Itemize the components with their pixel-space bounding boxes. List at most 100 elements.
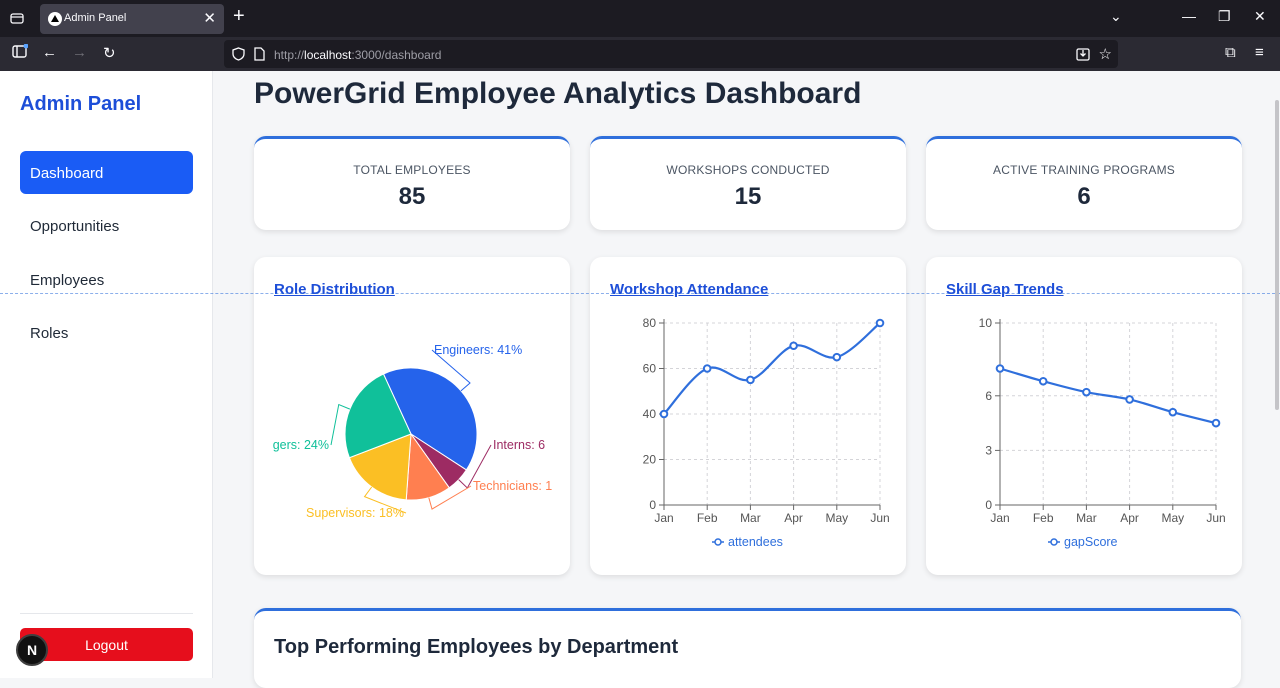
forward-icon[interactable]: → (72, 44, 87, 61)
x-tick-label: Jan (654, 511, 673, 525)
y-tick-label: 3 (985, 443, 992, 457)
browser-tab[interactable]: Admin Panel ✕ (40, 4, 224, 34)
url-text: http://localhost:3000/dashboard (274, 48, 442, 62)
x-tick-label: Apr (1120, 511, 1139, 525)
page-title: PowerGrid Employee Analytics Dashboard (254, 77, 862, 110)
y-tick-label: 60 (643, 362, 657, 376)
sidebar-toggle-svg (12, 43, 29, 58)
legend-marker (714, 538, 722, 546)
data-point (746, 375, 755, 385)
y-tick-label: 0 (985, 498, 992, 512)
sidebar-item-roles[interactable]: Roles (20, 311, 193, 354)
back-icon[interactable]: ← (42, 44, 57, 61)
tab-list-icon (10, 13, 24, 24)
legend-marker (1050, 538, 1058, 546)
pie-label: Supervisors: 18% (306, 506, 404, 520)
sidebar-divider (20, 613, 193, 614)
data-point (1125, 395, 1134, 404)
legend-label: gapScore (1064, 535, 1118, 549)
data-point (659, 409, 669, 419)
bookmark-star-icon[interactable]: ☆ (1099, 45, 1112, 63)
main-content: PowerGrid Employee Analytics Dashboard T… (214, 71, 1280, 688)
x-tick-label: Jun (1206, 511, 1225, 525)
sidebar: Admin Panel Dashboard Opportunities Empl… (0, 71, 213, 678)
browser-nav-bar: ← → ↻ http://localhost:3000/dashboard ☆ … (0, 37, 1280, 71)
pie-label: Interns: 6 (493, 438, 545, 452)
skill-gap-card: 0 3 6 10 Jan Feb Mar Apr May Jun gapScore Skill Ga… (926, 257, 1242, 575)
x-tick-label: Feb (1033, 511, 1054, 525)
save-page-icon[interactable] (1076, 47, 1090, 61)
data-point (875, 318, 885, 328)
top-performers-card: Top Performing Employees by Department (254, 608, 1241, 688)
dashed-guide-line (0, 293, 1280, 294)
x-tick-label: Mar (1076, 511, 1097, 525)
brand-title: Admin Panel (20, 93, 142, 115)
data-point (832, 352, 842, 362)
tab-title: Admin Panel (64, 12, 127, 24)
x-tick-label: Apr (784, 511, 803, 525)
chart-title: Skill Gap Trends (946, 281, 1064, 298)
data-point (1082, 387, 1091, 397)
role-distribution-pie: Engineers: 41% Interns: 6 Technicians: 1 Su… (273, 343, 553, 520)
x-tick-label: May (825, 511, 848, 525)
y-tick-label: 6 (985, 389, 992, 403)
x-tick-label: Mar (740, 511, 761, 525)
pie-label: Technicians: 1 (473, 479, 552, 493)
tab-list-button[interactable] (6, 7, 28, 29)
sidebar-item-dashboard[interactable]: Dashboard (20, 151, 193, 194)
chart-title: Workshop Attendance (610, 281, 769, 298)
minimize-icon[interactable]: — (1182, 8, 1196, 24)
stat-card-total-employees: TOTAL EMPLOYEES 85 (254, 136, 570, 230)
x-tick-label: Jun (870, 511, 889, 525)
skill-gap-chart: 0 3 6 10 Jan Feb Mar Apr May Jun gapScore (979, 316, 1226, 549)
y-tick-label: 0 (649, 498, 656, 512)
y-tick-label: 20 (643, 453, 657, 467)
list-all-tabs-icon[interactable]: ⌄ (1110, 8, 1122, 25)
url-bar[interactable]: http://localhost:3000/dashboard ☆ (224, 40, 1118, 68)
workshop-attendance-chart: 0 20 40 60 80 Jan Feb Mar Apr May Jun attendees (643, 316, 890, 549)
pie-label: gers: 24% (273, 438, 329, 452)
legend-label: attendees (728, 535, 783, 549)
tab-close-icon[interactable]: ✕ (203, 9, 216, 27)
page-scrollbar[interactable] (1275, 100, 1279, 410)
stat-label: ACTIVE TRAINING PROGRAMS (993, 163, 1175, 177)
data-point (702, 364, 712, 373)
data-point (995, 364, 1005, 373)
pie-label: Engineers: 41% (434, 343, 522, 357)
section-title: Top Performing Employees by Department (274, 636, 679, 658)
stat-value: 6 (1077, 183, 1091, 210)
stat-value: 15 (734, 183, 762, 210)
y-tick-label: 80 (643, 316, 657, 330)
sidebar-toggle-icon[interactable] (12, 43, 29, 62)
stat-value: 85 (398, 183, 426, 210)
nextjs-dev-badge[interactable]: N (16, 634, 48, 666)
page-icon (254, 47, 265, 61)
reload-icon[interactable]: ↻ (103, 44, 116, 62)
data-point (1211, 418, 1221, 428)
sidebar-item-opportunities[interactable]: Opportunities (20, 204, 193, 247)
favicon-icon (48, 12, 62, 26)
sidebar-item-employees[interactable]: Employees (20, 258, 193, 301)
role-distribution-card: Engineers: 41% Interns: 6 Technicians: 1 Su… (254, 257, 570, 575)
x-tick-label: Jan (990, 511, 1009, 525)
x-tick-label: May (1161, 511, 1184, 525)
stat-card-workshops: WORKSHOPS CONDUCTED 15 (590, 136, 906, 230)
extensions-icon[interactable]: ⧉ (1225, 44, 1236, 61)
menu-icon[interactable]: ≡ (1255, 44, 1264, 61)
data-point (789, 341, 798, 351)
close-window-icon[interactable]: ✕ (1254, 8, 1266, 25)
y-tick-label: 10 (979, 316, 993, 330)
new-tab-icon[interactable]: + (233, 5, 245, 28)
stat-card-training-programs: ACTIVE TRAINING PROGRAMS 6 (926, 136, 1242, 230)
stat-label: WORKSHOPS CONDUCTED (666, 163, 830, 177)
y-tick-label: 40 (643, 407, 657, 421)
workshop-attendance-card: 0 20 40 60 80 Jan Feb Mar Apr May Jun attendees Wor… (590, 257, 906, 575)
stat-label: TOTAL EMPLOYEES (353, 163, 471, 177)
data-point (1038, 376, 1048, 386)
browser-tab-bar: Admin Panel ✕ + ⌄ — ❐ ✕ (0, 0, 1280, 37)
data-point (1168, 407, 1178, 417)
shield-icon (232, 47, 245, 61)
maximize-icon[interactable]: ❐ (1218, 8, 1231, 25)
x-tick-label: Feb (697, 511, 718, 525)
chart-title: Role Distribution (274, 281, 395, 298)
